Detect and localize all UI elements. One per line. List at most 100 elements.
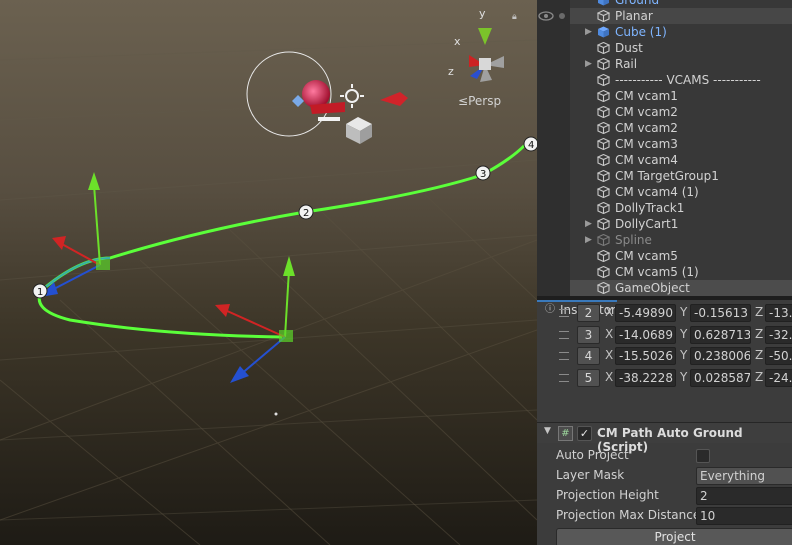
axis-label-x: X [605, 370, 614, 384]
scene-canvas[interactable]: y x z 1 2 3 4 [0, 0, 537, 545]
axis-label-z: Z [755, 327, 764, 341]
gameobject-cube-icon [597, 170, 610, 182]
axis-label-z: Z [755, 370, 764, 384]
layer-mask-label: Layer Mask [556, 468, 625, 482]
projection-max-distance-field[interactable]: 10 [696, 507, 792, 525]
drag-handle-icon[interactable] [559, 331, 569, 339]
hierarchy-item[interactable]: ▶ Spline [570, 232, 792, 248]
hierarchy-item[interactable]: Dust [570, 40, 792, 56]
drag-handle-icon[interactable] [559, 309, 569, 317]
waypoint-y-field[interactable]: 0.628713 [690, 326, 751, 344]
hierarchy-item-label: Cube (1) [615, 25, 667, 39]
project-button[interactable]: Project [556, 528, 792, 545]
gameobject-cube-icon [597, 202, 610, 214]
gameobject-cube-icon [597, 74, 610, 86]
gameobject-cube-icon [597, 42, 610, 54]
projection-max-distance-label: Projection Max Distance [556, 508, 701, 522]
axis-label-y: Y [680, 327, 688, 341]
hierarchy-item[interactable]: CM vcam2 [570, 104, 792, 120]
hierarchy-item-label: Ground [615, 0, 660, 7]
hierarchy-item[interactable]: ▶ Rail [570, 56, 792, 72]
waypoint-x-field[interactable]: -14.0689 [615, 326, 676, 344]
hierarchy-item[interactable]: ----------- VCAMS ----------- [570, 72, 792, 88]
hierarchy-item[interactable]: ▶ Cube (1) [570, 24, 792, 40]
path-point-3[interactable]: 3 [475, 165, 491, 181]
gameobject-cube-icon [597, 122, 610, 134]
hierarchy-item-label: CM vcam5 [615, 249, 678, 263]
auto-project-label: Auto Project [556, 448, 629, 462]
hierarchy-item[interactable]: Ground [570, 0, 792, 8]
projection-max-distance-row: Projection Max Distance 10 [537, 506, 792, 526]
visibility-eye-icon[interactable] [537, 8, 570, 28]
expand-arrow-icon[interactable]: ▶ [585, 232, 595, 248]
waypoint-row: 4 X -15.5026 Y 0.238006 Z -50. [537, 346, 792, 366]
path-point-4[interactable]: 4 [523, 136, 537, 152]
gameobject-cube-icon [597, 58, 610, 70]
hierarchy-item-label: Spline [615, 233, 652, 247]
projection-toggle[interactable]: ≤Persp [458, 94, 501, 108]
waypoint-x-field[interactable]: -5.49890 [615, 304, 676, 322]
waypoint-z-field[interactable]: -32. [765, 326, 792, 344]
scene-view[interactable]: y x z 1 2 3 4 ≤Persp 🔒︎ [0, 0, 537, 545]
hierarchy-item[interactable]: CM vcam5 (1) [570, 264, 792, 280]
waypoint-z-field[interactable]: -24. [765, 369, 792, 387]
script-icon: # [558, 426, 573, 441]
projection-height-field[interactable]: 2 [696, 487, 792, 505]
gameobject-cube-icon [597, 10, 610, 22]
expand-arrow-icon[interactable]: ▶ [585, 56, 595, 72]
axis-label-z: Z [755, 305, 764, 319]
axis-label-y: Y [680, 305, 688, 319]
gameobject-cube-icon [597, 218, 610, 230]
path-point-2[interactable]: 2 [298, 204, 314, 220]
gameobject-cube-icon [597, 106, 610, 118]
component-enabled-checkbox[interactable]: ✓ [577, 426, 592, 441]
hierarchy-item[interactable]: CM vcam3 [570, 136, 792, 152]
auto-project-checkbox[interactable] [696, 449, 710, 463]
axis-label-x: X [605, 305, 614, 319]
waypoint-z-field[interactable]: -13.4 [765, 304, 792, 322]
hierarchy-item[interactable]: CM vcam5 [570, 248, 792, 264]
hierarchy-item[interactable]: Planar [570, 8, 792, 24]
component-header[interactable]: ▼ # ✓ CM Path Auto Ground (Script) [537, 422, 792, 454]
waypoint-y-field[interactable]: 0.028587 [690, 369, 751, 387]
gameobject-cube-icon [597, 282, 610, 294]
inspector-panel: ⓘ Inspector 2X-5.49890Y-0.15613Z-13.43X-… [537, 300, 792, 545]
hierarchy-item[interactable]: CM TargetGroup1 [570, 168, 792, 184]
hierarchy-item[interactable]: DollyTrack1 [570, 200, 792, 216]
hierarchy-item[interactable]: CM vcam4 [570, 152, 792, 168]
hierarchy-item-label: Rail [615, 57, 638, 71]
hierarchy-panel: Ground Planar ▶ Cube (1) Dust ▶ Rail ----------… [537, 0, 792, 296]
gameobject-cube-icon [597, 138, 610, 150]
persp-arrow-icon: ≤ [458, 94, 469, 108]
svg-text:2: 2 [303, 208, 309, 219]
foldout-arrow-icon[interactable]: ▼ [544, 426, 551, 436]
waypoint-x-field[interactable]: -15.5026 [615, 347, 676, 365]
hierarchy-item[interactable]: CM vcam2 [570, 120, 792, 136]
hierarchy-item-label: ----------- VCAMS ----------- [615, 73, 761, 87]
layer-mask-dropdown[interactable]: Everything [696, 467, 792, 485]
hierarchy-item[interactable]: CM vcam1 [570, 88, 792, 104]
hierarchy-item-label: CM vcam4 (1) [615, 185, 699, 199]
path-point-1[interactable]: 1 [32, 283, 48, 299]
hierarchy-item-label: CM TargetGroup1 [615, 169, 719, 183]
waypoint-x-field[interactable]: -38.2228 [615, 369, 676, 387]
waypoint-z-field[interactable]: -50. [765, 347, 792, 365]
lock-icon[interactable]: 🔒︎ [512, 12, 517, 22]
drag-handle-icon[interactable] [559, 352, 569, 360]
hierarchy-item[interactable]: ▶ DollyCart1 [570, 216, 792, 232]
drag-handle-icon[interactable] [559, 374, 569, 382]
layer-mask-row: Layer Mask Everything [537, 466, 792, 486]
gameobject-cube-icon [597, 234, 610, 246]
waypoint-row: 3 X -14.0689 Y 0.628713 Z -32. [537, 325, 792, 345]
hierarchy-item[interactable]: CM vcam4 (1) [570, 184, 792, 200]
expand-arrow-icon[interactable]: ▶ [585, 24, 595, 40]
axis-label-x: X [605, 327, 614, 341]
expand-arrow-icon[interactable]: ▶ [585, 216, 595, 232]
axis-label-y: Y [680, 370, 688, 384]
projection-height-label: Projection Height [556, 488, 659, 502]
waypoint-index: 5 [577, 369, 600, 387]
waypoint-y-field[interactable]: 0.238006 [690, 347, 751, 365]
hierarchy-item[interactable]: GameObject [570, 280, 792, 296]
waypoint-y-field[interactable]: -0.15613 [690, 304, 751, 322]
gameobject-cube-icon [597, 154, 610, 166]
